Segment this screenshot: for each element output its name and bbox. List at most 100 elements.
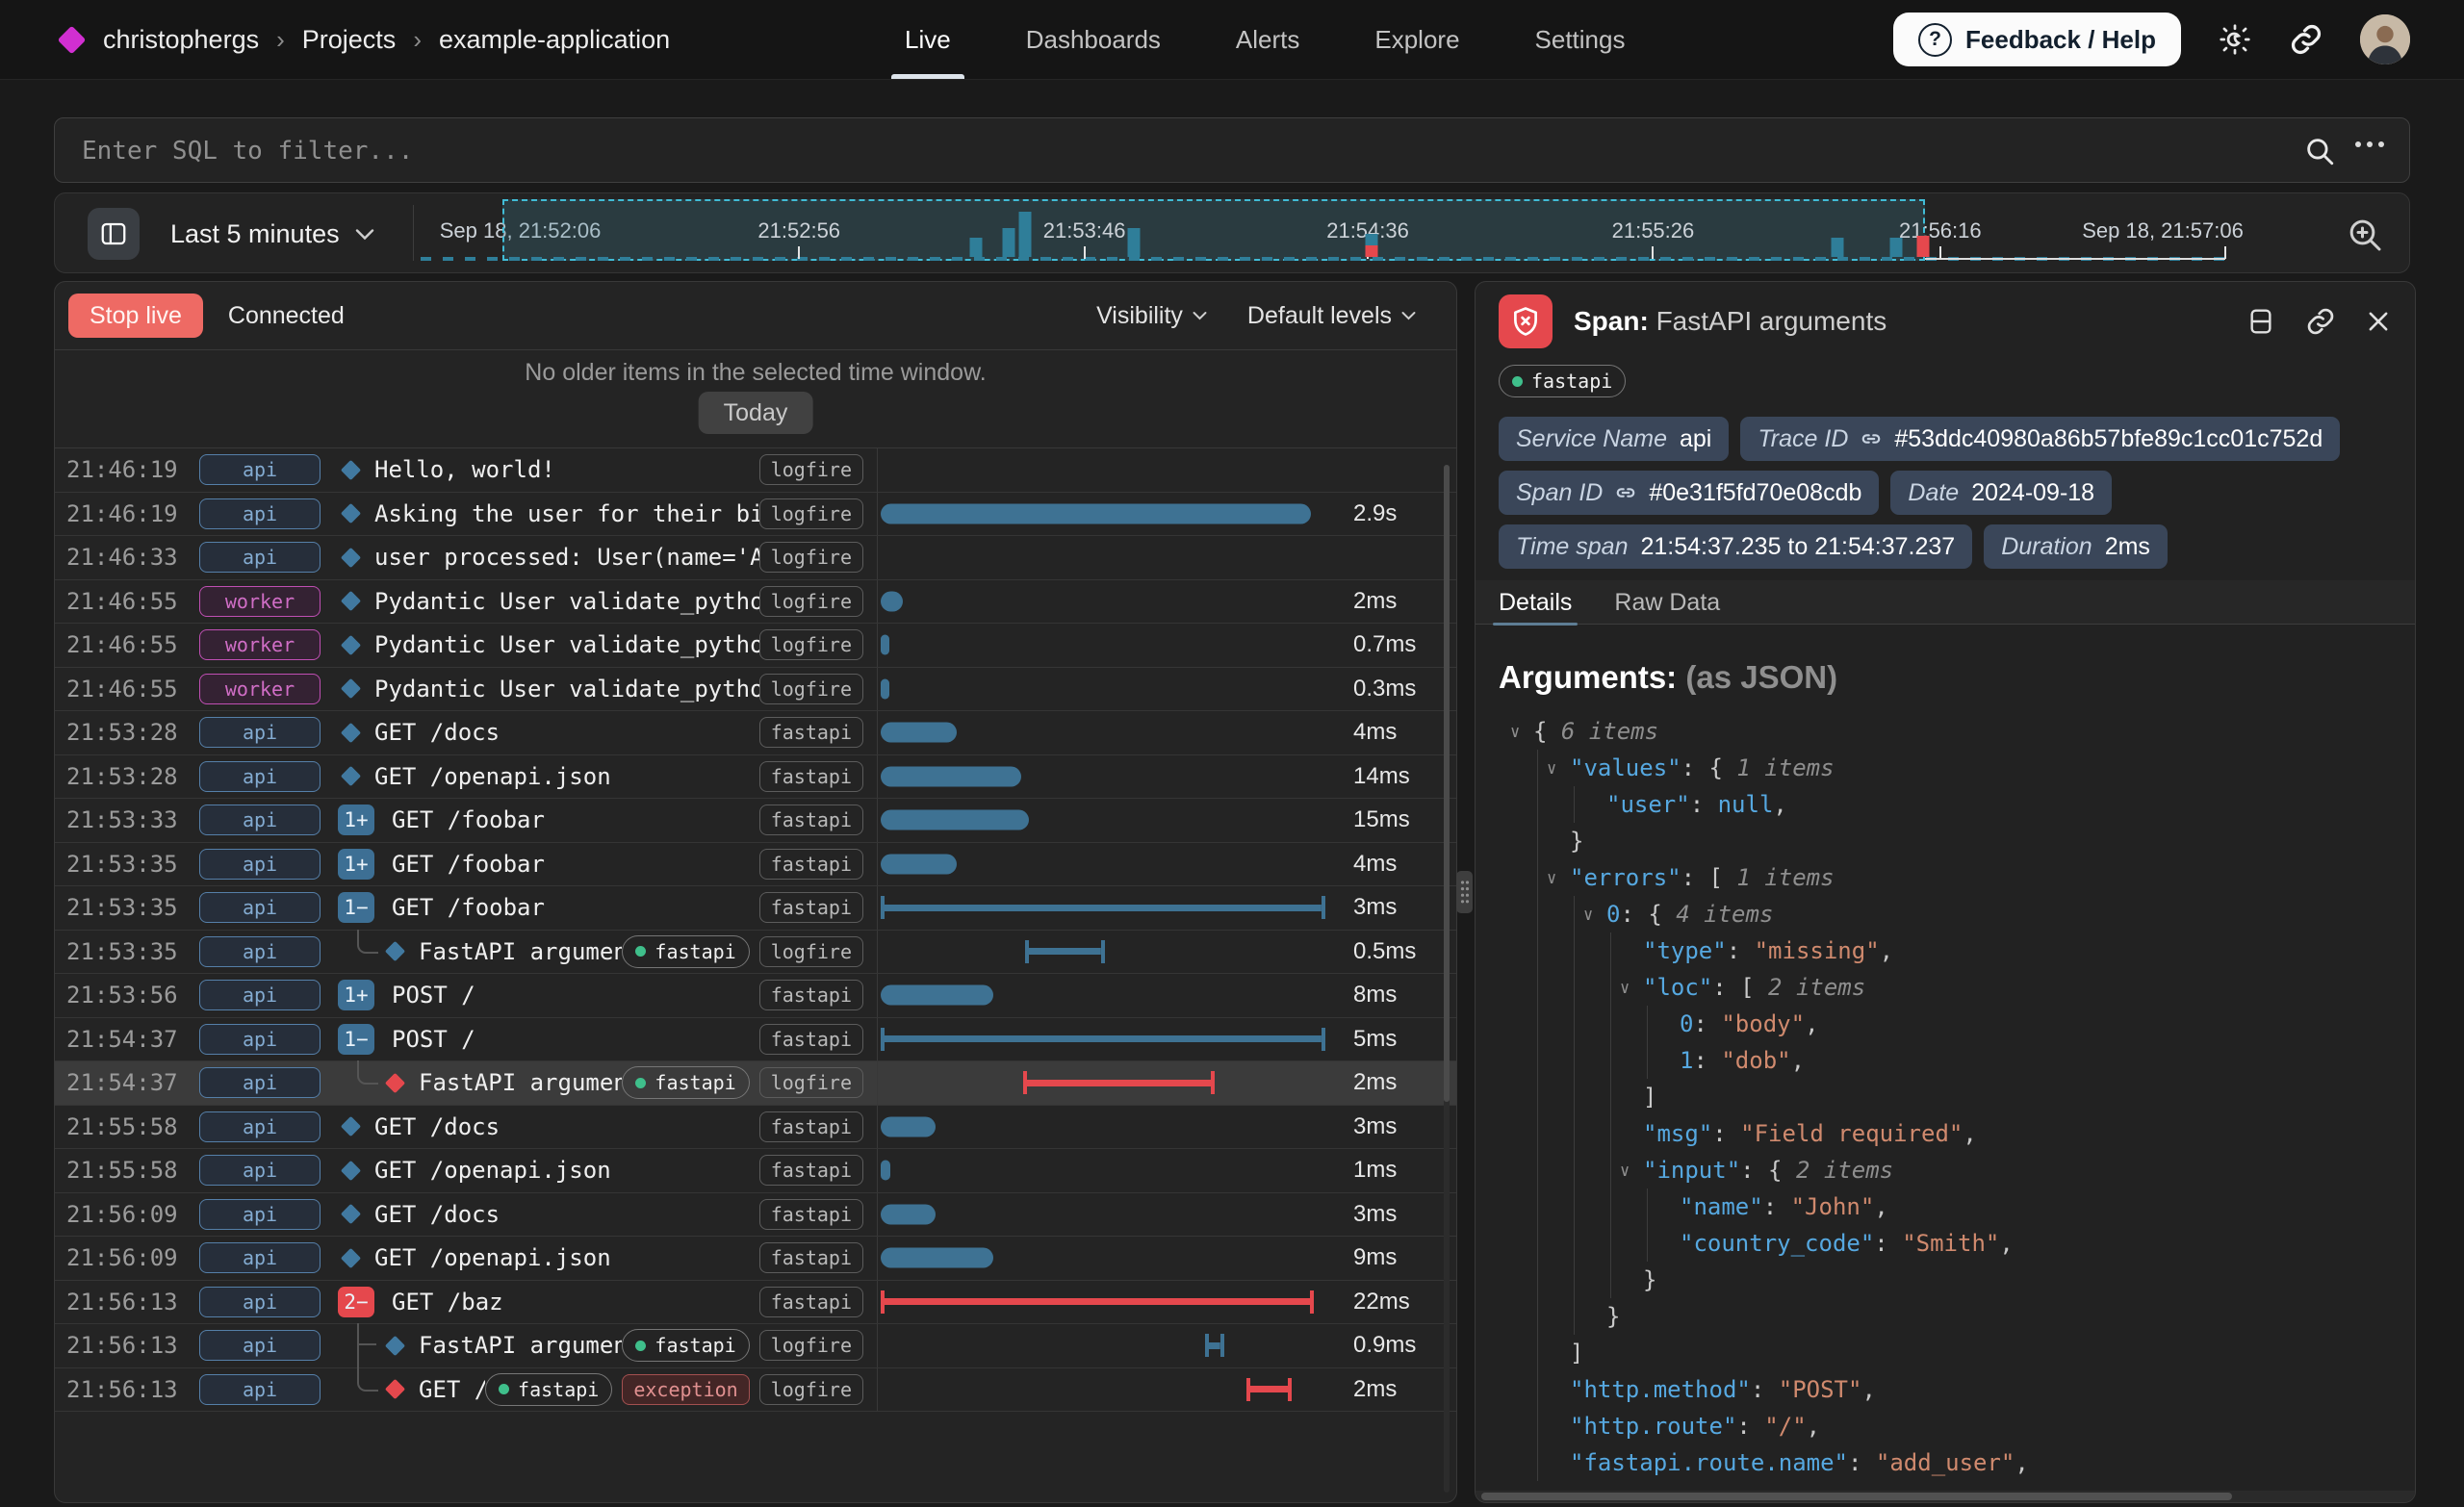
tag-pill-api[interactable]: api: [199, 454, 321, 485]
default-levels-dropdown[interactable]: Default levels: [1247, 302, 1416, 330]
collapse-chevron-icon[interactable]: ∨: [1620, 970, 1630, 1007]
log-row[interactable]: 21:46:55workerPydantic User validate_pyt…: [55, 580, 1456, 625]
log-row[interactable]: 21:53:35api1+GET /foobarfastapi4ms: [55, 843, 1456, 887]
tag-pill-api[interactable]: api: [199, 1242, 321, 1273]
copy-link-icon[interactable]: [2305, 306, 2336, 337]
log-row[interactable]: 21:56:09apiGET /openapi.jsonfastapi9ms: [55, 1237, 1456, 1281]
log-row[interactable]: 21:55:58apiGET /docsfastapi3ms: [55, 1106, 1456, 1150]
breadcrumb-projects[interactable]: Projects: [302, 25, 397, 55]
json-line[interactable]: ∨"loc": [ 2 items: [1499, 969, 2405, 1006]
log-row[interactable]: 21:46:55workerPydantic User validate_pyt…: [55, 668, 1456, 712]
tag-pill-api[interactable]: api: [199, 1111, 321, 1142]
tag-pill-api[interactable]: api: [199, 498, 321, 529]
collapse-chevron-icon[interactable]: ∨: [1620, 1153, 1630, 1189]
nav-tab-alerts[interactable]: Alerts: [1236, 0, 1299, 79]
log-row[interactable]: 21:46:55workerPydantic User validate_pyt…: [55, 624, 1456, 668]
horizontal-scrollbar[interactable]: [1476, 1491, 2415, 1502]
link-icon[interactable]: [1861, 428, 1882, 449]
more-options-icon[interactable]: [2355, 141, 2384, 147]
time-range-dropdown[interactable]: Last 5 minutes: [170, 193, 374, 274]
log-row[interactable]: 21:53:35apiFastAPI argumentsfastapilogfi…: [55, 931, 1456, 975]
tag-pill-api[interactable]: api: [199, 717, 321, 748]
json-line[interactable]: "user": null,: [1499, 786, 2405, 823]
timeline-selection[interactable]: [502, 199, 1925, 261]
json-line[interactable]: "name": "John",: [1499, 1188, 2405, 1225]
tag-pill-worker[interactable]: worker: [199, 674, 321, 704]
tag-pill-api[interactable]: api: [199, 849, 321, 880]
collapse-chevron-icon[interactable]: ∨: [1510, 714, 1520, 751]
user-avatar[interactable]: [2360, 14, 2410, 64]
tag-pill-api[interactable]: api: [199, 1330, 321, 1361]
feedback-help-button[interactable]: ? Feedback / Help: [1893, 13, 2181, 66]
breadcrumb-account[interactable]: christophergs: [103, 25, 259, 55]
expand-badge[interactable]: 1+: [338, 805, 374, 835]
json-line[interactable]: 0: "body",: [1499, 1006, 2405, 1042]
json-line[interactable]: 1: "dob",: [1499, 1042, 2405, 1079]
tag-pill-api[interactable]: api: [199, 980, 321, 1010]
zoom-in-icon[interactable]: [2340, 215, 2390, 255]
tag-pill-api[interactable]: api: [199, 936, 321, 967]
expand-badge[interactable]: 1+: [338, 849, 374, 880]
collapse-chevron-icon[interactable]: ∨: [1547, 860, 1556, 897]
log-row[interactable]: 21:55:58apiGET /openapi.jsonfastapi1ms: [55, 1149, 1456, 1193]
json-line[interactable]: ∨{ 6 items: [1499, 713, 2405, 750]
log-row[interactable]: 21:46:19apiHello, world!logfire: [55, 448, 1456, 493]
json-line[interactable]: ∨"input": { 2 items: [1499, 1152, 2405, 1188]
theme-toggle-icon[interactable]: [2218, 22, 2252, 57]
tag-pill-api[interactable]: api: [199, 1067, 321, 1098]
tag-pill-api[interactable]: api: [199, 542, 321, 573]
log-row[interactable]: 21:53:28apiGET /docsfastapi4ms: [55, 711, 1456, 755]
json-line[interactable]: "type": "missing",: [1499, 932, 2405, 969]
log-row[interactable]: 21:46:19apiAsking the user for their bir…: [55, 493, 1456, 537]
timeline-plot[interactable]: Sep 18, 21:52:06 Sep 18, 21:57:06 21:52:…: [421, 193, 2323, 274]
share-link-icon[interactable]: [2289, 22, 2323, 57]
stop-live-button[interactable]: Stop live: [68, 294, 203, 338]
json-line[interactable]: ∨0: { 4 items: [1499, 896, 2405, 932]
panel-resize-handle[interactable]: [1456, 871, 1473, 913]
visibility-dropdown[interactable]: Visibility: [1096, 302, 1207, 330]
tag-pill-api[interactable]: api: [199, 1374, 321, 1405]
nav-tab-settings[interactable]: Settings: [1535, 0, 1626, 79]
log-row[interactable]: 21:54:37api1−POST /fastapi5ms: [55, 1018, 1456, 1062]
log-row[interactable]: 21:56:13api2−GET /bazfastapi22ms: [55, 1281, 1456, 1325]
tag-pill-api[interactable]: api: [199, 892, 321, 923]
tag-pill-api[interactable]: api: [199, 805, 321, 835]
vertical-scrollbar[interactable]: [1444, 465, 1450, 1493]
collapse-chevron-icon[interactable]: ∨: [1547, 751, 1556, 787]
log-row[interactable]: 21:53:35api1−GET /foobarfastapi3ms: [55, 886, 1456, 931]
json-line[interactable]: "msg": "Field required",: [1499, 1115, 2405, 1152]
expand-badge[interactable]: 2−: [338, 1287, 374, 1317]
json-line[interactable]: "country_code": "Smith",: [1499, 1225, 2405, 1262]
tag-pill-api[interactable]: api: [199, 1287, 321, 1317]
breadcrumb-project[interactable]: example-application: [439, 25, 670, 55]
sidebar-toggle-button[interactable]: [88, 208, 140, 260]
log-row[interactable]: 21:56:13apiGET /baz (fofastapiexceptionl…: [55, 1368, 1456, 1413]
detail-tab-details[interactable]: Details: [1499, 580, 1572, 625]
log-row[interactable]: 21:54:37apiFastAPI argumentsfastapilogfi…: [55, 1061, 1456, 1106]
json-line[interactable]: "http.route": "/",: [1499, 1408, 2405, 1444]
log-row[interactable]: 21:53:33api1+GET /foobarfastapi15ms: [55, 799, 1456, 843]
tag-pill-api[interactable]: api: [199, 1155, 321, 1186]
sql-filter-input[interactable]: [80, 118, 2278, 184]
split-view-icon[interactable]: [2246, 306, 2276, 337]
json-line[interactable]: ]: [1499, 1335, 2405, 1371]
expand-badge[interactable]: 1−: [338, 1024, 374, 1055]
log-row[interactable]: 21:53:56api1+POST /fastapi8ms: [55, 974, 1456, 1018]
log-row[interactable]: 21:46:33apiuser processed: User(name='An…: [55, 536, 1456, 580]
json-line[interactable]: ∨"values": { 1 items: [1499, 750, 2405, 786]
nav-tab-explore[interactable]: Explore: [1374, 0, 1459, 79]
json-line[interactable]: "http.method": "POST",: [1499, 1371, 2405, 1408]
tag-pill-api[interactable]: api: [199, 761, 321, 792]
log-row[interactable]: 21:56:13apiFastAPI argumentsfastapilogfi…: [55, 1324, 1456, 1368]
link-icon[interactable]: [1615, 482, 1636, 503]
json-line[interactable]: ∨"errors": [ 1 items: [1499, 859, 2405, 896]
close-icon[interactable]: [2365, 308, 2392, 335]
nav-tab-dashboards[interactable]: Dashboards: [1026, 0, 1161, 79]
search-icon[interactable]: [2303, 135, 2336, 167]
today-button[interactable]: Today: [699, 392, 813, 434]
json-line[interactable]: ]: [1499, 1079, 2405, 1115]
scrollbar-thumb[interactable]: [1481, 1493, 2232, 1500]
json-line[interactable]: }: [1499, 1298, 2405, 1335]
tag-pill-worker[interactable]: worker: [199, 629, 321, 660]
log-row[interactable]: 21:53:28apiGET /openapi.jsonfastapi14ms: [55, 755, 1456, 800]
